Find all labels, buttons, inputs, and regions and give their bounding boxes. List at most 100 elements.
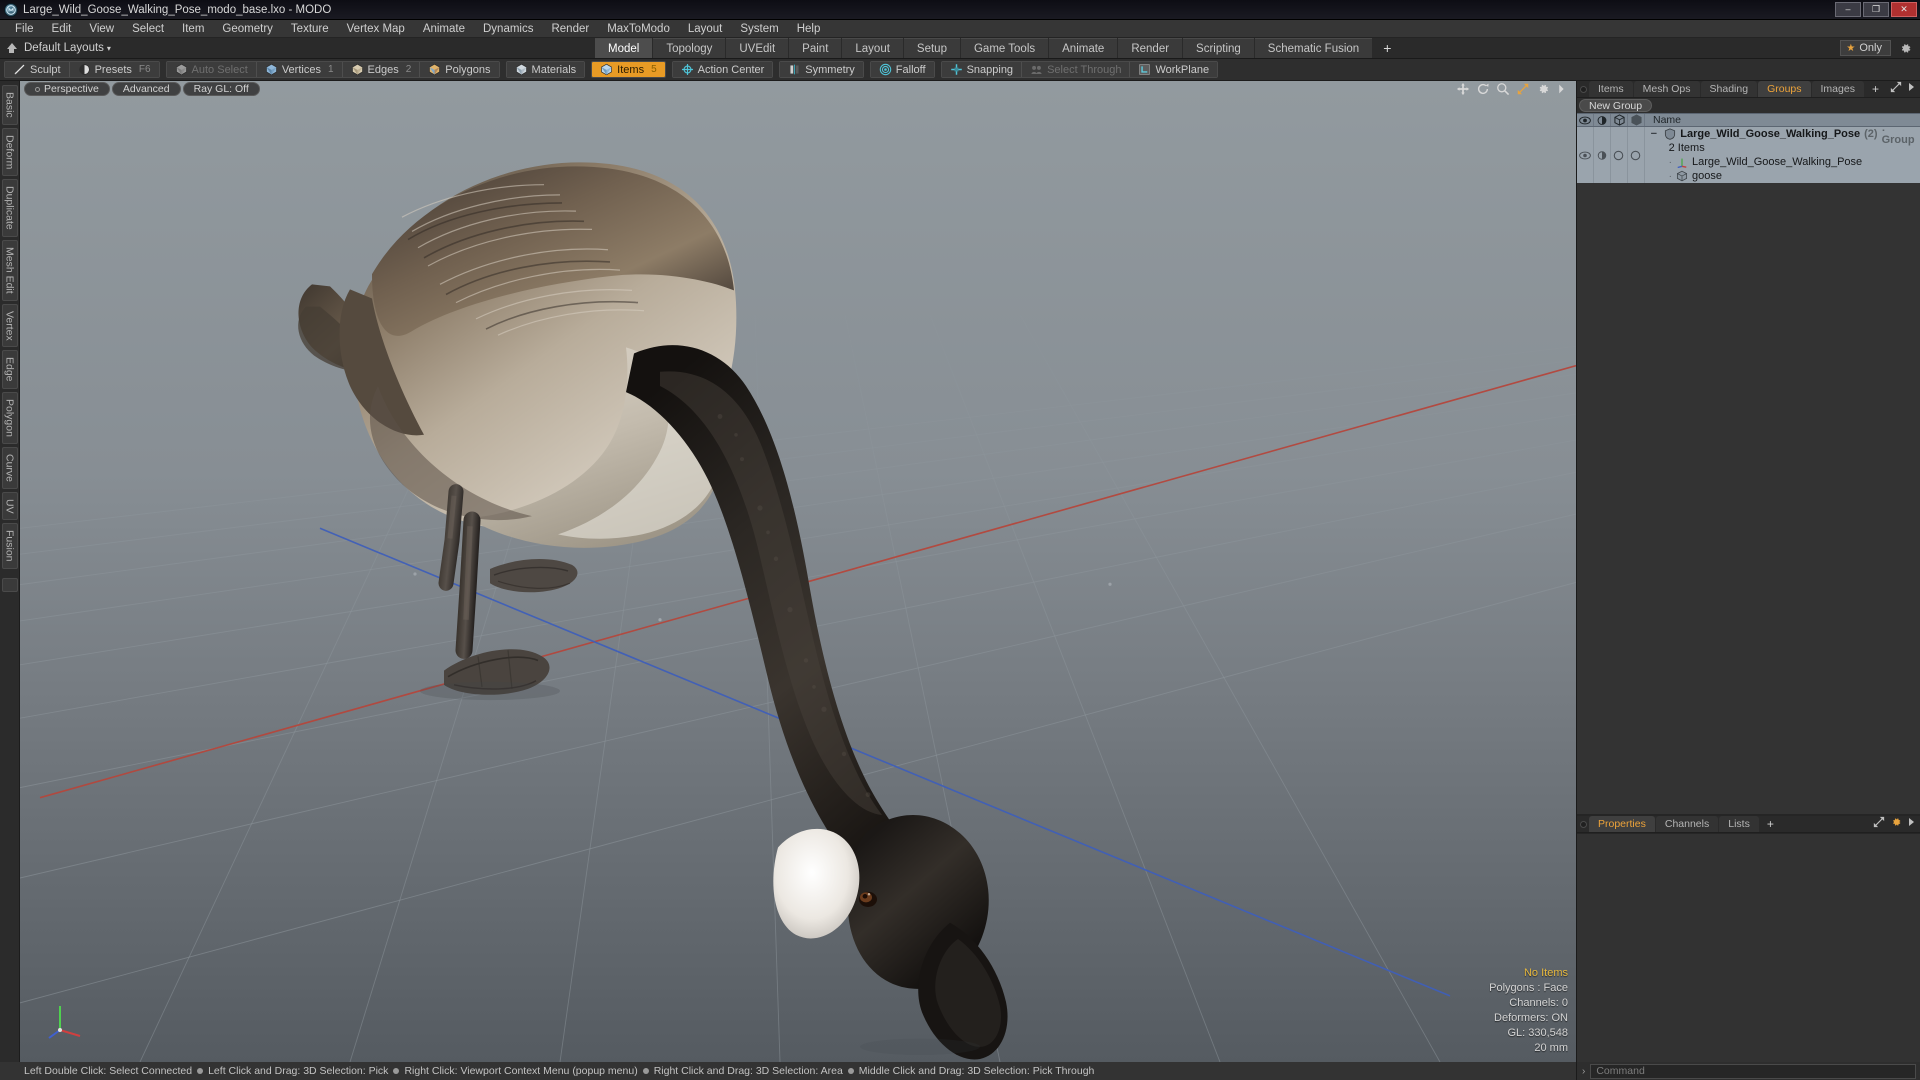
menu-item-render[interactable]: Render: [542, 20, 598, 38]
tool-tab-uv[interactable]: UV: [1, 491, 18, 521]
tool-tab-basic[interactable]: Basic: [1, 85, 18, 125]
menu-item-file[interactable]: File: [6, 20, 43, 38]
command-arrow-icon[interactable]: ›: [1577, 1066, 1590, 1077]
menu-item-dynamics[interactable]: Dynamics: [474, 20, 542, 38]
panel-menu-arrow-icon[interactable]: [1907, 815, 1915, 833]
only-toggle-button[interactable]: ★ Only: [1840, 40, 1891, 56]
properties-grip-icon[interactable]: [1577, 816, 1589, 832]
menu-item-vertex-map[interactable]: Vertex Map: [338, 20, 414, 38]
expand-panel-icon[interactable]: [1873, 815, 1885, 833]
symmetry-button[interactable]: Symmetry: [780, 62, 863, 77]
panel-tab-mesh-ops[interactable]: Mesh Ops: [1633, 81, 1700, 97]
perspective-viewport[interactable]: Perspective Advanced Ray GL: Off No Item…: [20, 81, 1576, 1062]
menu-item-view[interactable]: View: [80, 20, 123, 38]
gear-icon[interactable]: [1899, 42, 1912, 55]
panel-grip-icon[interactable]: [1577, 81, 1589, 97]
tree-item-mesh[interactable]: · goose: [1651, 169, 1920, 183]
command-input[interactable]: Command: [1590, 1063, 1916, 1079]
properties-tab-properties[interactable]: Properties: [1589, 816, 1655, 832]
tree-item-group[interactable]: − Large_Wild_Goose_Walking_Pose (2) : Gr…: [1651, 127, 1920, 146]
viewport-perspective-button[interactable]: Perspective: [24, 82, 110, 96]
sculpt-button[interactable]: Sculpt: [5, 62, 70, 77]
rotate-view-icon[interactable]: [1476, 82, 1490, 96]
tree-item-locator[interactable]: · Large_Wild_Goose_Walking_Pose: [1651, 155, 1920, 169]
move-view-icon[interactable]: [1456, 82, 1470, 96]
edges-button[interactable]: Edges 2: [342, 62, 421, 77]
vertices-button[interactable]: Vertices 1: [256, 62, 343, 77]
workplane-button[interactable]: WorkPlane: [1130, 62, 1218, 77]
menu-item-item[interactable]: Item: [173, 20, 213, 38]
add-layout-tab-button[interactable]: +: [1373, 38, 1401, 58]
menu-item-edit[interactable]: Edit: [43, 20, 81, 38]
polygons-button[interactable]: Polygons: [420, 62, 499, 77]
properties-tab-lists[interactable]: Lists: [1719, 816, 1759, 832]
viewport-settings-gear-icon[interactable]: [1536, 82, 1550, 96]
row-render-checkbox[interactable]: [1611, 127, 1628, 183]
layout-tab-paint[interactable]: Paint: [789, 38, 842, 58]
menu-item-select[interactable]: Select: [123, 20, 173, 38]
properties-content-area[interactable]: [1577, 833, 1920, 1062]
menu-item-animate[interactable]: Animate: [414, 20, 474, 38]
tool-tab-edge[interactable]: Edge: [1, 350, 18, 389]
panel-tab-groups[interactable]: Groups: [1758, 81, 1811, 97]
tool-tab-duplicate[interactable]: Duplicate: [1, 179, 18, 237]
presets-button[interactable]: Presets F6: [69, 62, 159, 77]
tool-tab-polygon[interactable]: Polygon: [1, 391, 18, 444]
pin-up-icon[interactable]: [6, 42, 18, 54]
viewport-advanced-button[interactable]: Advanced: [111, 82, 181, 96]
layout-tab-render[interactable]: Render: [1118, 38, 1183, 58]
tool-tab-deform[interactable]: Deform: [1, 127, 18, 177]
table-row[interactable]: − Large_Wild_Goose_Walking_Pose (2) : Gr…: [1577, 127, 1920, 183]
panel-tab-shading[interactable]: Shading: [1700, 81, 1758, 97]
layout-tab-game-tools[interactable]: Game Tools: [960, 38, 1049, 58]
panel-settings-gear-icon[interactable]: [1890, 815, 1902, 833]
select-through-button[interactable]: Select Through: [1022, 62, 1131, 77]
canada-goose-3d-model[interactable]: [20, 81, 1576, 1062]
menu-item-system[interactable]: System: [731, 20, 787, 38]
new-group-button[interactable]: New Group: [1579, 99, 1653, 112]
zoom-view-icon[interactable]: [1496, 82, 1510, 96]
layout-tab-uvedit[interactable]: UVEdit: [726, 38, 789, 58]
close-button[interactable]: ✕: [1891, 2, 1917, 17]
panel-menu-arrow-icon[interactable]: [1907, 80, 1915, 98]
items-button[interactable]: Items 5: [592, 62, 665, 77]
menu-item-layout[interactable]: Layout: [679, 20, 732, 38]
viewport-ray-gl-off-button[interactable]: Ray GL: Off: [182, 82, 260, 96]
panel-tab-add-button[interactable]: +: [1865, 81, 1886, 97]
menu-item-geometry[interactable]: Geometry: [213, 20, 282, 38]
menu-item-texture[interactable]: Texture: [282, 20, 338, 38]
groups-tree-body[interactable]: − Large_Wild_Goose_Walking_Pose (2) : Gr…: [1577, 127, 1920, 814]
maximize-button[interactable]: ❐: [1863, 2, 1889, 17]
viewport-menu-arrow-icon[interactable]: [1556, 82, 1570, 96]
layout-selector[interactable]: Default Layouts ▾: [24, 42, 111, 54]
tool-tab-mesh-edit[interactable]: Mesh Edit: [1, 239, 18, 301]
layout-tab-animate[interactable]: Animate: [1049, 38, 1118, 58]
menu-item-help[interactable]: Help: [788, 20, 830, 38]
layout-tab-topology[interactable]: Topology: [653, 38, 726, 58]
tree-expand-toggle[interactable]: −: [1651, 128, 1661, 140]
layout-tab-scripting[interactable]: Scripting: [1183, 38, 1254, 58]
snapping-button[interactable]: Snapping: [941, 62, 1023, 77]
layout-tab-schematic-fusion[interactable]: Schematic Fusion: [1254, 38, 1373, 58]
falloff-button[interactable]: Falloff: [870, 62, 934, 77]
layout-tab-setup[interactable]: Setup: [903, 38, 960, 58]
expand-panel-icon[interactable]: [1890, 80, 1902, 98]
panel-tab-images[interactable]: Images: [1811, 81, 1864, 97]
layout-tab-layout[interactable]: Layout: [842, 38, 903, 58]
minimize-button[interactable]: –: [1835, 2, 1861, 17]
menu-item-maxtomodo[interactable]: MaxToModo: [598, 20, 679, 38]
fit-view-icon[interactable]: [1516, 82, 1530, 96]
tool-tab-fusion[interactable]: Fusion: [1, 523, 18, 569]
row-visibility-eye-icon[interactable]: [1577, 127, 1594, 183]
properties-tab-add-button[interactable]: +: [1760, 816, 1781, 832]
properties-tab-channels[interactable]: Channels: [1655, 816, 1719, 832]
tool-tab-curve[interactable]: Curve: [1, 446, 18, 489]
row-wireframe-checkbox[interactable]: [1628, 127, 1645, 183]
row-shading-icon[interactable]: [1594, 127, 1611, 183]
layout-tab-model[interactable]: Model: [595, 38, 653, 58]
action-center-button[interactable]: Action Center: [672, 62, 773, 77]
materials-button[interactable]: Materials: [506, 62, 585, 77]
tool-tab-vertex[interactable]: Vertex: [1, 303, 18, 348]
panel-tab-items[interactable]: Items: [1589, 81, 1633, 97]
auto-select-button[interactable]: Auto Select: [166, 62, 257, 77]
